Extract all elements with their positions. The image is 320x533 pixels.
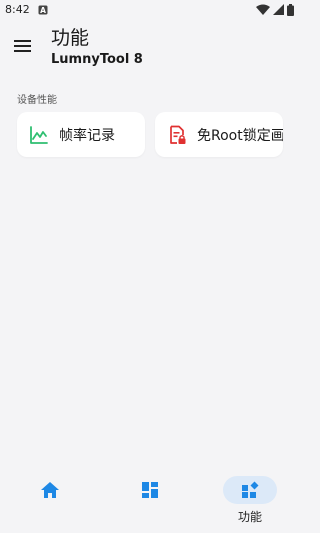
app-subtitle: LumnyTool 8: [51, 52, 143, 67]
home-icon: [41, 482, 59, 498]
battery-icon: [287, 4, 294, 16]
svg-text:A: A: [40, 6, 46, 15]
wifi-icon: [256, 4, 270, 15]
status-bar: 8:42 A: [0, 0, 300, 22]
status-time: 8:42: [5, 3, 30, 16]
card-rootless-lock[interactable]: 免Root锁定画: [155, 112, 283, 157]
file-lock-icon: [170, 125, 186, 144]
nav-label-functions: 功能: [237, 510, 262, 524]
page-title: 功能: [51, 27, 90, 49]
nav-functions[interactable]: [223, 476, 277, 504]
section-label: 设备性能: [17, 95, 57, 106]
grid-icon: [142, 482, 158, 498]
nav-home[interactable]: [23, 476, 77, 504]
nav-dashboard[interactable]: [123, 476, 177, 504]
line-chart-icon: [30, 126, 48, 144]
app-screen: 8:42 A 功能 LumnyTool 8 设备性能 帧率记录 免Root锁定画…: [0, 0, 300, 533]
hamburger-menu-icon[interactable]: [12, 37, 34, 55]
widgets-icon: [242, 481, 259, 498]
card-label: 免Root锁定画: [197, 128, 283, 144]
card-fps-record[interactable]: 帧率记录: [17, 112, 145, 157]
status-icons: [256, 4, 294, 16]
a-box-icon: A: [38, 5, 48, 15]
signal-icon: [273, 4, 284, 15]
card-label: 帧率记录: [59, 128, 115, 144]
